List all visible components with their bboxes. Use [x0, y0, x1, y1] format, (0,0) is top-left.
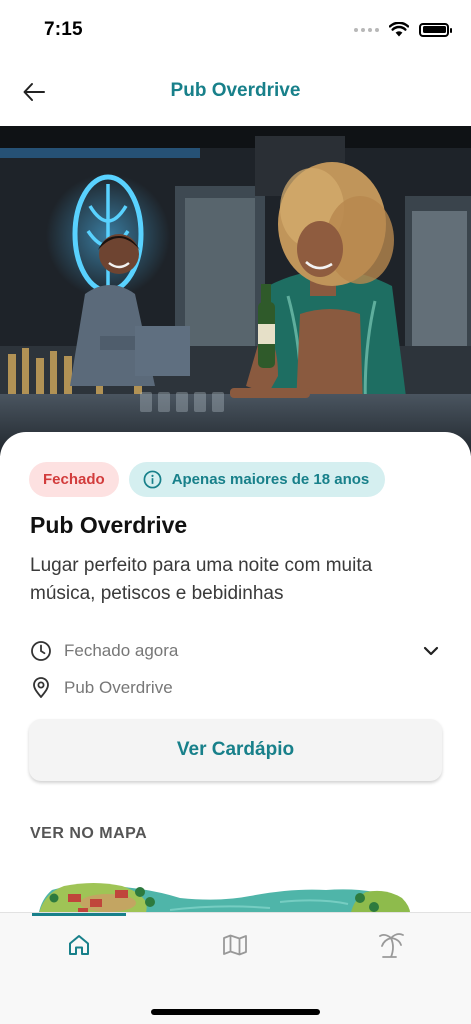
location-pin-icon — [33, 677, 49, 698]
hours-row[interactable]: Fechado agora — [30, 640, 440, 662]
info-icon — [143, 470, 162, 489]
status-icons — [354, 22, 452, 37]
chips-row: Fechado Apenas maiores de 18 anos — [29, 462, 386, 497]
map-preview[interactable] — [30, 858, 415, 914]
home-indicator — [151, 1009, 320, 1015]
cellular-signal-icon — [354, 27, 379, 32]
chevron-down-icon[interactable] — [422, 642, 440, 660]
status-badge-closed: Fechado — [29, 462, 119, 497]
status-bar: 7:15 — [0, 0, 471, 56]
bar-photo — [0, 126, 471, 456]
tab-bar — [0, 912, 471, 1024]
location-row: Pub Overdrive — [30, 677, 173, 699]
active-tab-indicator — [32, 913, 126, 916]
palm-tree-icon — [379, 933, 404, 958]
tab-home[interactable] — [59, 929, 99, 961]
tab-map[interactable] — [215, 929, 255, 961]
view-menu-button[interactable]: Ver Cardápio — [29, 719, 442, 781]
page-title: Pub Overdrive — [170, 80, 301, 101]
place-title: Pub Overdrive — [30, 512, 188, 538]
home-icon — [69, 935, 89, 955]
clock-icon — [31, 641, 51, 661]
hours-text: Fechado agora — [64, 641, 179, 660]
wifi-icon — [389, 22, 409, 37]
nav-bar: Pub Overdrive — [0, 56, 471, 126]
status-time: 7:15 — [44, 19, 83, 40]
age-restriction-badge: Apenas maiores de 18 anos — [128, 462, 386, 497]
map-icon — [223, 934, 247, 956]
location-text: Pub Overdrive — [64, 678, 173, 697]
map-section-label: VER NO MAPA — [30, 825, 148, 842]
battery-icon — [419, 22, 452, 37]
age-restriction-label: Apenas maiores de 18 anos — [171, 471, 370, 488]
place-description: Lugar perfeito para uma noite com muita … — [30, 555, 373, 604]
tab-activities[interactable] — [372, 929, 412, 961]
details-sheet: Fechado Apenas maiores de 18 anos Pub Ov… — [0, 432, 471, 914]
status-badge-label: Fechado — [43, 471, 105, 488]
hero-image-carousel[interactable] — [0, 126, 471, 456]
